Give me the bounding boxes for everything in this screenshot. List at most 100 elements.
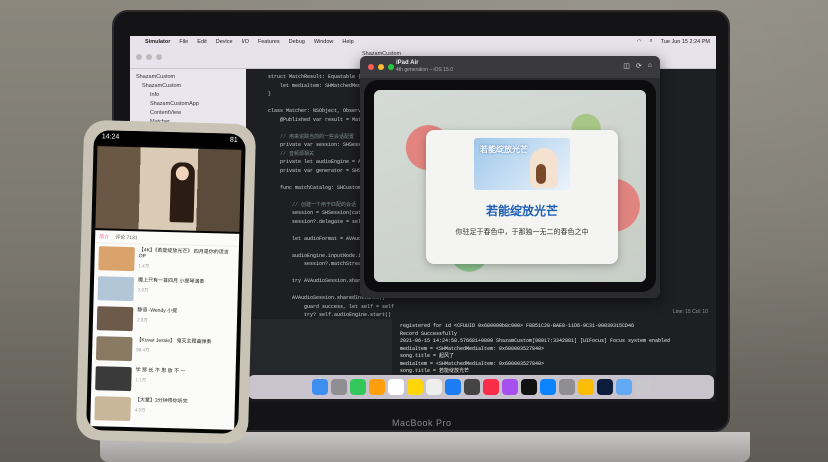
console-line: song.title = 起风了 (400, 353, 455, 359)
video-views: 1.4万 (138, 263, 150, 269)
calendar-icon[interactable] (387, 379, 404, 395)
console-line: mediaItem = <SHMatchedMediaItem: 0x60000… (400, 345, 545, 352)
menu-simulator[interactable]: Simulator (145, 39, 170, 45)
match-card: 若能绽放光芒 若能绽放光芒 你驻足于春色中，于那独一无二的春色之中 (426, 130, 618, 264)
list-item[interactable]: 【Kovar Jessie】 鬼灭主题曲弹奏 98.4万 (92, 333, 237, 367)
list-item[interactable]: 静语 -Wendy 小提 2.9万 (93, 303, 238, 337)
console-line: song.title = 若能绽放光芒 (400, 368, 470, 374)
list-item[interactable]: 学 那 长 不 思 放 不 ～ 1.1万 (91, 363, 236, 397)
menu-device[interactable]: Device (216, 39, 233, 45)
close-dot[interactable] (136, 54, 142, 60)
list-item[interactable]: 【4K】《若能绽放光芒》 四月是你的谎言OP 1.4万 (94, 243, 239, 277)
video-title: 魔上只有一首四月 小提琴演奏 (137, 277, 205, 286)
video-title: 学 那 长 不 思 放 不 ～ (135, 367, 186, 375)
debug-console[interactable]: registered for id <CFUUID 0x600000b8c900… (392, 319, 716, 375)
dock (248, 375, 714, 399)
menu-edit[interactable]: Edit (197, 39, 206, 45)
menu-clock[interactable]: Tue Jun 15 2:24 PM (661, 39, 710, 45)
recommendation-list: 【4K】《若能绽放光芒》 四月是你的谎言OP 1.4万魔上只有一首四月 小提琴演奏… (90, 243, 239, 427)
podcasts-icon[interactable] (501, 379, 518, 395)
simulator-subtitle: 4th generation – iOS 15.0 (396, 67, 453, 73)
screenshot-icon[interactable]: ◫ (623, 62, 630, 70)
simulator-title: iPad Air (396, 60, 419, 66)
home-icon[interactable]: ⌂ (648, 62, 652, 70)
video-title: 【大童】3分钟带你听完 (134, 397, 188, 405)
app-store-icon[interactable] (539, 379, 556, 395)
video-thumbnail (95, 336, 133, 362)
zoom-button[interactable] (388, 64, 394, 70)
list-item[interactable]: 魔上只有一首四月 小提琴演奏 2.0万 (93, 273, 238, 307)
launchpad-icon[interactable] (330, 379, 347, 395)
menu-window[interactable]: Window (314, 39, 334, 45)
video-player[interactable] (95, 146, 242, 232)
xcode-icon[interactable] (444, 379, 461, 395)
video-thumbnail (94, 396, 131, 422)
nav-item[interactable]: ShazamCustomApp (136, 100, 240, 109)
video-thumbnail (98, 246, 135, 272)
violin-icon (536, 164, 546, 184)
macbook-label: MacBook Pro (392, 418, 452, 428)
nav-item[interactable]: ContentView (136, 109, 240, 118)
album-art: 若能绽放光芒 (474, 138, 570, 190)
status-bar: 14:24 81 (93, 130, 246, 149)
menu-help[interactable]: Help (342, 39, 353, 45)
video-title: 静语 -Wendy 小提 (137, 307, 178, 315)
video-views: 98.4万 (136, 347, 150, 353)
album-art-title: 若能绽放光芒 (480, 145, 528, 154)
settings-icon[interactable] (558, 379, 575, 395)
song-title: 若能绽放光芒 (485, 204, 558, 218)
status-time: 14:24 (101, 133, 120, 141)
menu-bar: Simulator File Edit Device I/O Features … (130, 36, 716, 47)
menu-io[interactable]: I/O (242, 39, 249, 45)
folder-icon[interactable] (615, 379, 632, 395)
video-views: 2.0万 (137, 287, 149, 293)
minimize-button[interactable] (378, 64, 384, 70)
finder-icon[interactable] (311, 379, 328, 395)
chrome-icon[interactable] (577, 379, 594, 395)
video-details: 简介 评论 7181 【4K】《若能绽放光芒》 四月是你的谎言OP 1.4万魔上只… (90, 230, 240, 430)
video-views: 2.9万 (136, 317, 148, 323)
line-info: Line: 15 Col: 10 (672, 309, 708, 315)
music-icon[interactable] (482, 379, 499, 395)
video-views: 4.3万 (134, 407, 146, 413)
console-line: Record Successfully (400, 330, 458, 337)
close-button[interactable] (368, 64, 374, 70)
tab-comments[interactable]: 评论 7181 (115, 234, 138, 242)
menu-features[interactable]: Features (258, 39, 280, 45)
messages-icon[interactable] (349, 379, 366, 395)
video-views: 1.1万 (135, 377, 147, 383)
simulator-titlebar: iPad Air 4th generation – iOS 15.0 ◫ ⟳ ⌂ (360, 56, 660, 78)
video-title: 【4K】《若能绽放光芒》 四月是你的谎言OP (138, 247, 229, 260)
tab-intro[interactable]: 简介 (99, 233, 109, 240)
code-line[interactable]: guard success, let self = self (268, 303, 710, 312)
menu-file[interactable]: File (179, 39, 188, 45)
tv-icon[interactable] (520, 379, 537, 395)
menu-debug[interactable]: Debug (289, 39, 305, 45)
photos-icon[interactable] (368, 379, 385, 395)
wifi-icon[interactable]: ◠ (637, 39, 642, 45)
minimize-dot[interactable] (146, 54, 152, 60)
nav-item[interactable]: ShazamCustom (136, 82, 240, 91)
simulator-icon[interactable] (463, 379, 480, 395)
ipad-frame: 若能绽放光芒 若能绽放光芒 你驻足于春色中，于那独一无二的春色之中 (364, 80, 656, 292)
notes-icon[interactable] (406, 379, 423, 395)
video-title: 【Kovar Jessie】 鬼灭主题曲弹奏 (136, 337, 212, 346)
console-line: 2021-06-15 14:24:58.576681+0800 ShazamCu… (400, 338, 671, 344)
photo-scene: MacBook Pro Simulator File Edit Device I… (0, 0, 828, 462)
iphone-screen: 14:24 81 简介 评论 7181 【4K】《若能绽放光芒》 四月是你的谎言… (86, 130, 246, 434)
list-item[interactable]: 【大童】3分钟带你听完 4.3万 (90, 393, 235, 427)
code-line[interactable]: try? self.audioEngine.start() (268, 311, 710, 319)
photoshop-icon[interactable] (596, 379, 613, 395)
nav-item[interactable]: ShazamCustom (136, 73, 240, 82)
reminders-icon[interactable] (425, 379, 442, 395)
zoom-dot[interactable] (156, 54, 162, 60)
console-line: registered for id <CFUUID 0x600000b8c900… (400, 323, 635, 329)
rotate-icon[interactable]: ⟳ (636, 62, 642, 70)
simulator-window: iPad Air 4th generation – iOS 15.0 ◫ ⟳ ⌂… (360, 56, 660, 298)
search-icon[interactable]: ⌕ (650, 38, 653, 45)
trash-icon[interactable] (634, 379, 651, 395)
console-line: mediaItem = <SHMatchedMediaItem: 0x60000… (400, 360, 545, 367)
nav-item[interactable]: Info (136, 91, 240, 100)
song-lyric: 你驻足于春色中，于那独一无二的春色之中 (455, 229, 589, 236)
video-thumbnail (95, 366, 132, 392)
